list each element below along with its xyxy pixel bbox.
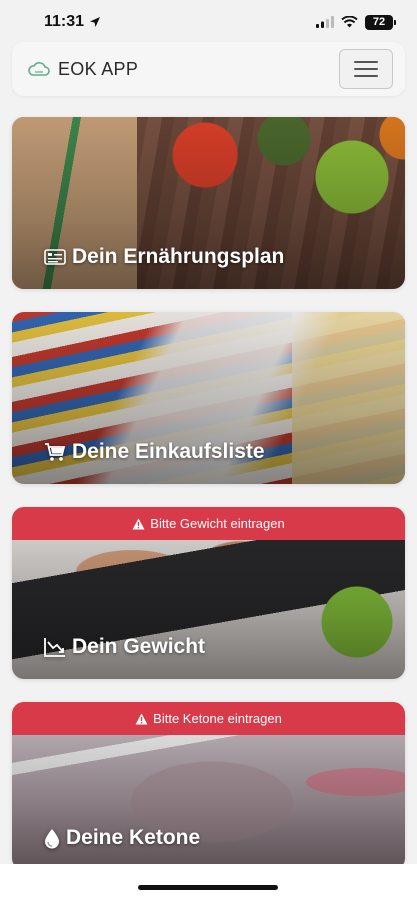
card-title: Dein Ernährungsplan bbox=[44, 245, 284, 269]
card-title: Deine Einkaufsliste bbox=[44, 440, 265, 464]
app-navbar: EOK APP bbox=[12, 42, 405, 96]
location-arrow-icon bbox=[90, 17, 101, 27]
status-time: 11:31 bbox=[44, 13, 101, 31]
card-weight[interactable]: Bitte Gewicht eintragen Dein Gewicht bbox=[12, 507, 405, 679]
card-title-text: Dein Gewicht bbox=[72, 635, 206, 658]
card-title-text: Dein Ernährungsplan bbox=[72, 245, 285, 268]
card-title-text: Deine Einkaufsliste bbox=[72, 440, 265, 463]
bottom-bar bbox=[0, 864, 417, 900]
warning-triangle-icon bbox=[135, 713, 148, 724]
alert-text: Bitte Ketone eintragen bbox=[153, 711, 282, 726]
shopping-cart-icon bbox=[45, 443, 66, 461]
warning-triangle-icon bbox=[132, 518, 145, 529]
card-nutrition-plan[interactable]: Dein Ernährungsplan bbox=[12, 117, 405, 289]
cellular-signal-icon bbox=[316, 16, 334, 28]
home-indicator[interactable] bbox=[138, 885, 278, 890]
card-title: Dein Gewicht bbox=[44, 635, 205, 659]
status-bar: 11:31 72 bbox=[0, 0, 417, 44]
card-ketones[interactable]: Bitte Ketone eintragen Deine Ketone bbox=[12, 702, 405, 870]
menu-button[interactable] bbox=[339, 49, 393, 89]
status-icons: 72 bbox=[316, 14, 396, 30]
card-title-text: Deine Ketone bbox=[66, 826, 201, 849]
droplet-icon bbox=[45, 828, 59, 848]
brand-name: EOK APP bbox=[58, 58, 139, 79]
battery-level: 72 bbox=[372, 16, 386, 28]
card-title: Deine Ketone bbox=[44, 826, 200, 850]
alert-text: Bitte Gewicht eintragen bbox=[150, 516, 285, 531]
battery-icon: 72 bbox=[365, 14, 396, 30]
trend-down-chart-icon bbox=[44, 638, 65, 657]
time-text: 11:31 bbox=[44, 13, 85, 30]
card-shopping-list[interactable]: Deine Einkaufsliste bbox=[12, 312, 405, 484]
plan-list-icon bbox=[44, 249, 66, 265]
hamburger-menu-icon bbox=[354, 61, 378, 77]
brand[interactable]: EOK APP bbox=[28, 59, 138, 80]
weight-alert-banner[interactable]: Bitte Gewicht eintragen bbox=[12, 507, 405, 540]
cloud-icon bbox=[28, 62, 50, 76]
wifi-icon bbox=[341, 16, 358, 28]
ketones-alert-banner[interactable]: Bitte Ketone eintragen bbox=[12, 702, 405, 735]
